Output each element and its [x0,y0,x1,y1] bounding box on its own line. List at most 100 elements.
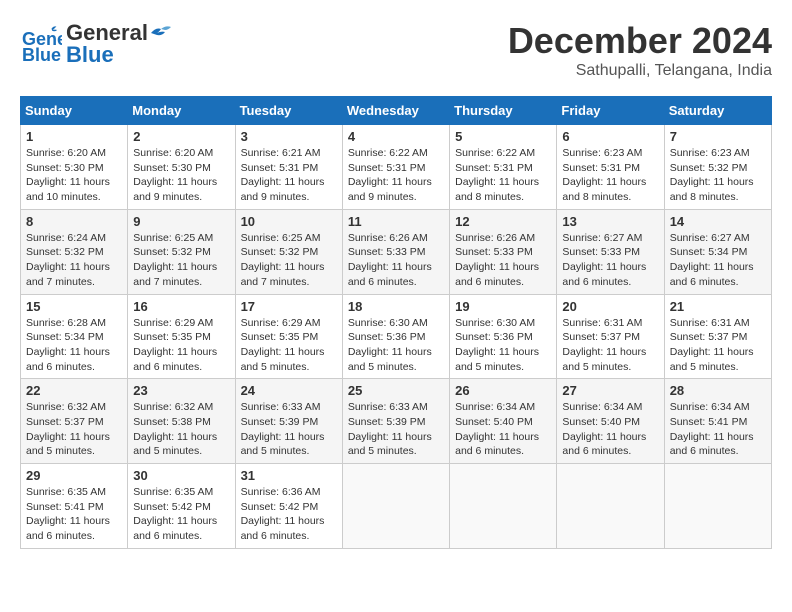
day-number: 31 [241,468,337,483]
calendar-cell: 19 Sunrise: 6:30 AM Sunset: 5:36 PM Dayl… [450,294,557,379]
day-info: Sunrise: 6:34 AM Sunset: 5:40 PM Dayligh… [455,400,551,459]
day-info: Sunrise: 6:27 AM Sunset: 5:33 PM Dayligh… [562,231,658,290]
day-number: 18 [348,299,444,314]
weekday-header-monday: Monday [128,97,235,125]
calendar-cell: 29 Sunrise: 6:35 AM Sunset: 5:41 PM Dayl… [21,464,128,549]
day-info: Sunrise: 6:31 AM Sunset: 5:37 PM Dayligh… [562,316,658,375]
day-info: Sunrise: 6:30 AM Sunset: 5:36 PM Dayligh… [348,316,444,375]
day-info: Sunrise: 6:25 AM Sunset: 5:32 PM Dayligh… [133,231,229,290]
calendar-cell: 2 Sunrise: 6:20 AM Sunset: 5:30 PM Dayli… [128,125,235,210]
day-info: Sunrise: 6:35 AM Sunset: 5:42 PM Dayligh… [133,485,229,544]
day-number: 15 [26,299,122,314]
day-number: 29 [26,468,122,483]
day-number: 16 [133,299,229,314]
day-number: 22 [26,383,122,398]
day-info: Sunrise: 6:36 AM Sunset: 5:42 PM Dayligh… [241,485,337,544]
calendar-week-5: 29 Sunrise: 6:35 AM Sunset: 5:41 PM Dayl… [21,464,772,549]
day-info: Sunrise: 6:30 AM Sunset: 5:36 PM Dayligh… [455,316,551,375]
day-number: 6 [562,129,658,144]
calendar-table: SundayMondayTuesdayWednesdayThursdayFrid… [20,96,772,549]
weekday-header-thursday: Thursday [450,97,557,125]
day-info: Sunrise: 6:33 AM Sunset: 5:39 PM Dayligh… [241,400,337,459]
weekday-header-sunday: Sunday [21,97,128,125]
day-info: Sunrise: 6:29 AM Sunset: 5:35 PM Dayligh… [241,316,337,375]
calendar-cell [664,464,771,549]
day-number: 1 [26,129,122,144]
day-number: 13 [562,214,658,229]
calendar-cell: 22 Sunrise: 6:32 AM Sunset: 5:37 PM Dayl… [21,379,128,464]
day-info: Sunrise: 6:20 AM Sunset: 5:30 PM Dayligh… [26,146,122,205]
calendar-cell: 9 Sunrise: 6:25 AM Sunset: 5:32 PM Dayli… [128,209,235,294]
calendar-cell: 25 Sunrise: 6:33 AM Sunset: 5:39 PM Dayl… [342,379,449,464]
calendar-cell [342,464,449,549]
day-number: 26 [455,383,551,398]
day-number: 23 [133,383,229,398]
day-number: 17 [241,299,337,314]
day-number: 28 [670,383,766,398]
day-info: Sunrise: 6:32 AM Sunset: 5:37 PM Dayligh… [26,400,122,459]
logo-icon: General Blue [20,23,62,65]
day-info: Sunrise: 6:24 AM Sunset: 5:32 PM Dayligh… [26,231,122,290]
day-info: Sunrise: 6:34 AM Sunset: 5:40 PM Dayligh… [562,400,658,459]
calendar-cell: 5 Sunrise: 6:22 AM Sunset: 5:31 PM Dayli… [450,125,557,210]
calendar-cell: 17 Sunrise: 6:29 AM Sunset: 5:35 PM Dayl… [235,294,342,379]
day-info: Sunrise: 6:26 AM Sunset: 5:33 PM Dayligh… [455,231,551,290]
day-info: Sunrise: 6:35 AM Sunset: 5:41 PM Dayligh… [26,485,122,544]
page-header: General Blue General Blue December 2024 … [20,20,772,80]
logo-bird-icon [151,25,173,41]
calendar-cell: 27 Sunrise: 6:34 AM Sunset: 5:40 PM Dayl… [557,379,664,464]
calendar-cell: 26 Sunrise: 6:34 AM Sunset: 5:40 PM Dayl… [450,379,557,464]
calendar-cell: 23 Sunrise: 6:32 AM Sunset: 5:38 PM Dayl… [128,379,235,464]
day-number: 11 [348,214,444,229]
calendar-cell: 18 Sunrise: 6:30 AM Sunset: 5:36 PM Dayl… [342,294,449,379]
day-number: 4 [348,129,444,144]
day-info: Sunrise: 6:23 AM Sunset: 5:32 PM Dayligh… [670,146,766,205]
logo: General Blue General Blue [20,20,173,68]
day-info: Sunrise: 6:31 AM Sunset: 5:37 PM Dayligh… [670,316,766,375]
day-info: Sunrise: 6:27 AM Sunset: 5:34 PM Dayligh… [670,231,766,290]
page-title: December 2024 [508,20,772,62]
calendar-cell: 6 Sunrise: 6:23 AM Sunset: 5:31 PM Dayli… [557,125,664,210]
calendar-cell: 15 Sunrise: 6:28 AM Sunset: 5:34 PM Dayl… [21,294,128,379]
calendar-cell: 1 Sunrise: 6:20 AM Sunset: 5:30 PM Dayli… [21,125,128,210]
day-info: Sunrise: 6:20 AM Sunset: 5:30 PM Dayligh… [133,146,229,205]
weekday-header-wednesday: Wednesday [342,97,449,125]
calendar-cell: 30 Sunrise: 6:35 AM Sunset: 5:42 PM Dayl… [128,464,235,549]
title-block: December 2024 Sathupalli, Telangana, Ind… [508,20,772,80]
calendar-cell: 8 Sunrise: 6:24 AM Sunset: 5:32 PM Dayli… [21,209,128,294]
calendar-cell: 7 Sunrise: 6:23 AM Sunset: 5:32 PM Dayli… [664,125,771,210]
day-info: Sunrise: 6:22 AM Sunset: 5:31 PM Dayligh… [455,146,551,205]
day-info: Sunrise: 6:23 AM Sunset: 5:31 PM Dayligh… [562,146,658,205]
day-number: 27 [562,383,658,398]
day-number: 20 [562,299,658,314]
day-info: Sunrise: 6:26 AM Sunset: 5:33 PM Dayligh… [348,231,444,290]
calendar-cell: 21 Sunrise: 6:31 AM Sunset: 5:37 PM Dayl… [664,294,771,379]
day-info: Sunrise: 6:29 AM Sunset: 5:35 PM Dayligh… [133,316,229,375]
day-info: Sunrise: 6:32 AM Sunset: 5:38 PM Dayligh… [133,400,229,459]
day-number: 8 [26,214,122,229]
day-number: 7 [670,129,766,144]
day-number: 10 [241,214,337,229]
day-info: Sunrise: 6:28 AM Sunset: 5:34 PM Dayligh… [26,316,122,375]
calendar-week-2: 8 Sunrise: 6:24 AM Sunset: 5:32 PM Dayli… [21,209,772,294]
calendar-week-3: 15 Sunrise: 6:28 AM Sunset: 5:34 PM Dayl… [21,294,772,379]
calendar-cell: 4 Sunrise: 6:22 AM Sunset: 5:31 PM Dayli… [342,125,449,210]
calendar-cell: 14 Sunrise: 6:27 AM Sunset: 5:34 PM Dayl… [664,209,771,294]
calendar-cell: 3 Sunrise: 6:21 AM Sunset: 5:31 PM Dayli… [235,125,342,210]
day-info: Sunrise: 6:25 AM Sunset: 5:32 PM Dayligh… [241,231,337,290]
weekday-header-saturday: Saturday [664,97,771,125]
svg-text:Blue: Blue [22,45,61,65]
day-info: Sunrise: 6:22 AM Sunset: 5:31 PM Dayligh… [348,146,444,205]
calendar-cell: 24 Sunrise: 6:33 AM Sunset: 5:39 PM Dayl… [235,379,342,464]
calendar-cell: 10 Sunrise: 6:25 AM Sunset: 5:32 PM Dayl… [235,209,342,294]
calendar-cell: 16 Sunrise: 6:29 AM Sunset: 5:35 PM Dayl… [128,294,235,379]
calendar-cell: 20 Sunrise: 6:31 AM Sunset: 5:37 PM Dayl… [557,294,664,379]
day-number: 25 [348,383,444,398]
day-info: Sunrise: 6:33 AM Sunset: 5:39 PM Dayligh… [348,400,444,459]
weekday-header-friday: Friday [557,97,664,125]
day-info: Sunrise: 6:21 AM Sunset: 5:31 PM Dayligh… [241,146,337,205]
calendar-cell: 31 Sunrise: 6:36 AM Sunset: 5:42 PM Dayl… [235,464,342,549]
day-number: 5 [455,129,551,144]
weekday-header-tuesday: Tuesday [235,97,342,125]
day-number: 19 [455,299,551,314]
